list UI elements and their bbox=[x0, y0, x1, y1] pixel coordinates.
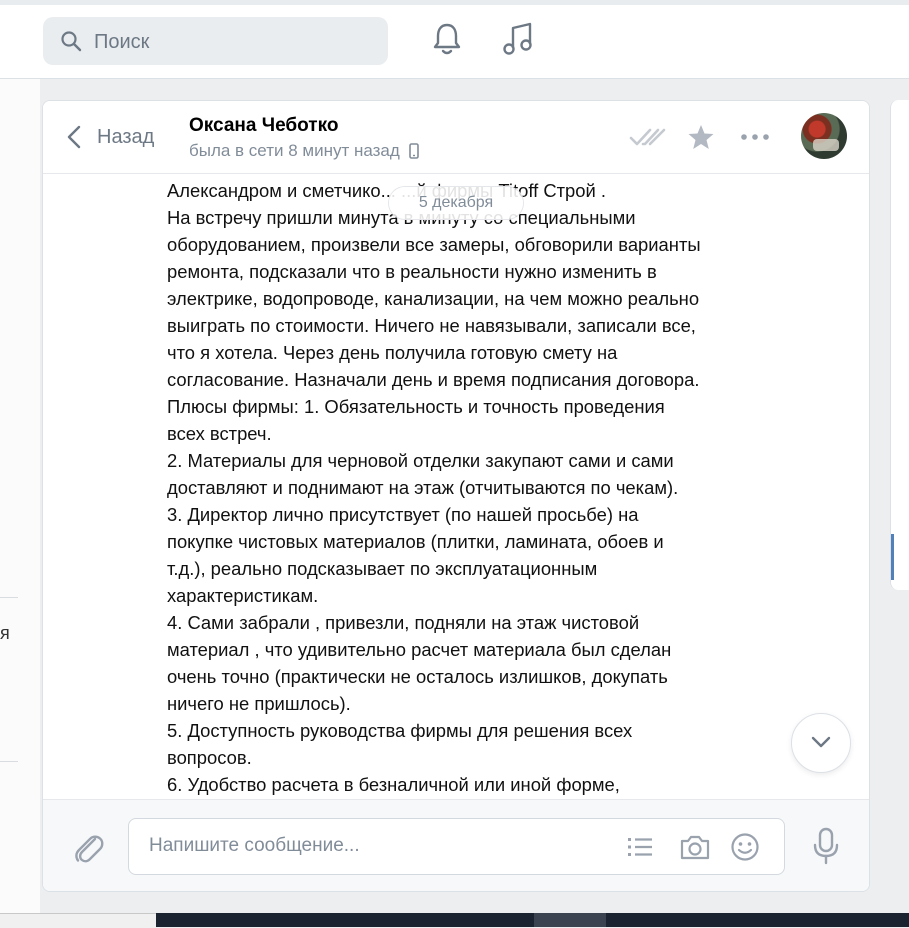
contact-name[interactable]: Оксана Чеботко bbox=[189, 115, 338, 137]
template-list-icon[interactable] bbox=[626, 833, 654, 861]
search-field[interactable]: Поиск bbox=[43, 17, 388, 65]
message-input[interactable]: Напишите сообщение... bbox=[128, 818, 785, 875]
attach-icon[interactable] bbox=[71, 830, 105, 866]
avatar[interactable] bbox=[801, 113, 847, 159]
message-line: вопросов. bbox=[167, 747, 252, 768]
message-history[interactable]: Александром и сметчико... ...й фирмы Tit… bbox=[43, 174, 869, 799]
taskbar-active-item[interactable] bbox=[534, 913, 606, 927]
message-line: 4. Сами забрали , привезли, подняли на э… bbox=[167, 612, 640, 633]
right-sidebar-edge bbox=[890, 100, 909, 590]
message-line: доставляют и поднимают на этаж (отчитыва… bbox=[167, 477, 679, 498]
scroll-down-button[interactable] bbox=[791, 713, 851, 773]
left-sidebar-edge: я bbox=[0, 79, 40, 914]
truncated-text: я bbox=[0, 623, 10, 643]
camera-icon[interactable] bbox=[678, 833, 712, 861]
message-line: 3. Директор лично присутствует (по нашей… bbox=[167, 504, 639, 525]
message-line: Плюсы фирмы: 1. Обязательность и точност… bbox=[167, 396, 665, 417]
divider bbox=[0, 597, 18, 598]
message-line: ничего не пришлось). bbox=[167, 693, 351, 714]
message-placeholder: Напишите сообщение... bbox=[149, 835, 360, 856]
message-line: покупке чистовых материалов (плитки, лам… bbox=[167, 531, 664, 552]
message-line: что я хотела. Через день получила готову… bbox=[167, 342, 618, 363]
os-taskbar bbox=[0, 913, 909, 928]
chevron-left-icon bbox=[67, 125, 81, 149]
mobile-icon bbox=[408, 143, 419, 159]
date-pill: 5 декабря bbox=[389, 187, 523, 219]
message-text: Александром и сметчико... ...й фирмы Tit… bbox=[167, 177, 767, 798]
taskbar-window[interactable] bbox=[0, 913, 156, 928]
message-line: т.д.), реально подсказывает по эксплуата… bbox=[167, 558, 598, 579]
double-check-icon[interactable] bbox=[628, 123, 668, 151]
search-placeholder: Поиск bbox=[94, 31, 150, 53]
chat-header: Назад Оксана Чеботко была в сети 8 минут… bbox=[43, 101, 869, 174]
message-line: выиграть по стоимости. Ничего не навязыв… bbox=[167, 315, 696, 336]
bell-icon[interactable] bbox=[430, 20, 464, 58]
microphone-icon[interactable] bbox=[811, 827, 841, 865]
music-icon[interactable] bbox=[501, 20, 535, 58]
message-line: оборудованием, произвели все замеры, обг… bbox=[167, 234, 701, 255]
search-icon bbox=[61, 31, 82, 52]
top-bar: Поиск bbox=[0, 0, 909, 79]
back-label: Назад bbox=[97, 125, 155, 148]
message-line: 6. Удобство расчета в безналичной или ин… bbox=[167, 774, 620, 795]
message-line: согласование. Назначали день и время под… bbox=[167, 369, 700, 390]
message-line: материал , что удивительно расчет матери… bbox=[167, 639, 672, 660]
online-status: была в сети 8 минут назад bbox=[189, 141, 419, 161]
star-icon[interactable] bbox=[687, 123, 715, 151]
message-line: всех встреч. bbox=[167, 423, 272, 444]
status-text: была в сети 8 минут назад bbox=[189, 141, 400, 160]
more-icon[interactable] bbox=[739, 123, 771, 151]
chevron-down-icon bbox=[811, 736, 831, 748]
divider bbox=[0, 761, 18, 762]
message-composer: Напишите сообщение... bbox=[43, 799, 869, 891]
message-line: очень точно (практически не осталось изл… bbox=[167, 666, 668, 687]
back-button[interactable]: Назад bbox=[65, 123, 154, 151]
chat-panel: Назад Оксана Чеботко была в сети 8 минут… bbox=[42, 100, 870, 892]
message-line: электрике, водопроводе, канализации, на … bbox=[167, 288, 700, 309]
message-line: ремонта, подсказали что в реальности нуж… bbox=[167, 261, 657, 282]
message-line: 5. Доступность руководства фирмы для реш… bbox=[167, 720, 633, 741]
emoji-icon[interactable] bbox=[730, 832, 760, 862]
message-line: характеристикам. bbox=[167, 585, 319, 606]
active-indicator bbox=[891, 534, 894, 580]
message-line: 2. Материалы для черновой отделки закупа… bbox=[167, 450, 674, 471]
